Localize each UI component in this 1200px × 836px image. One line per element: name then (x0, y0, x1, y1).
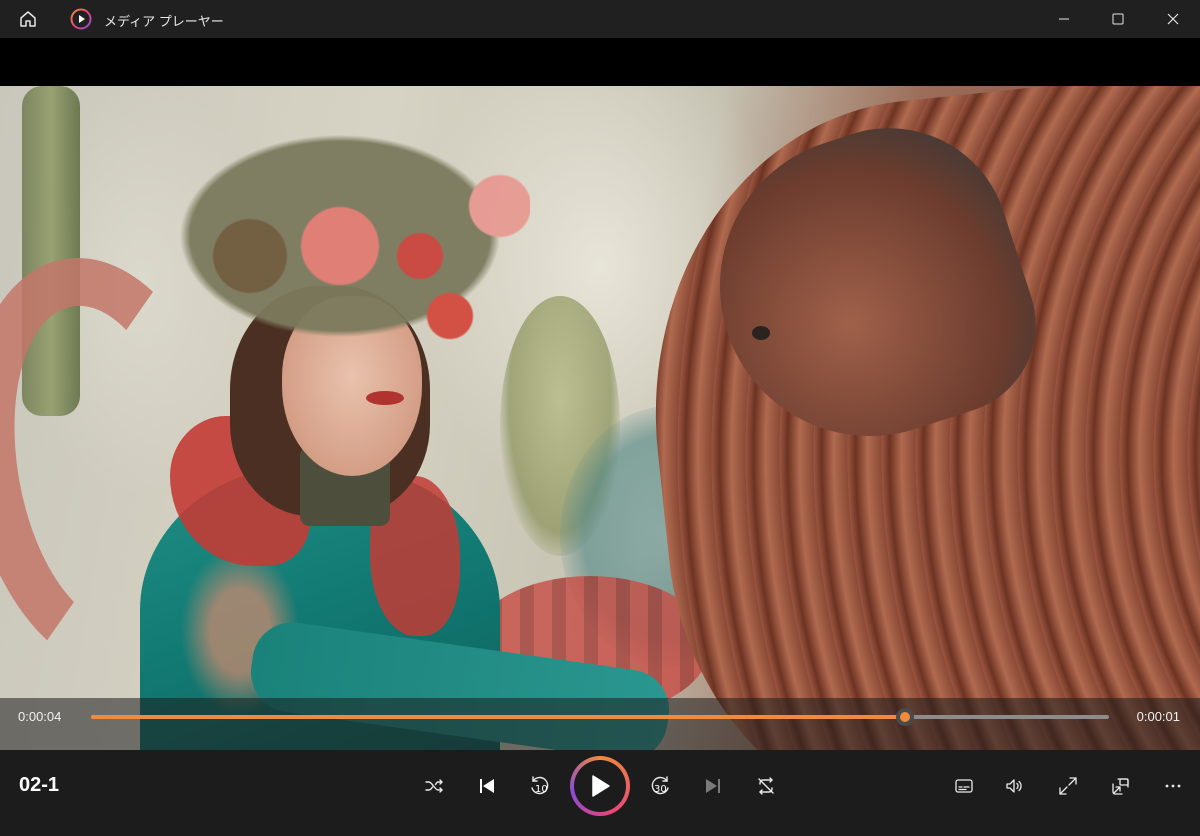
volume-icon (1006, 779, 1022, 793)
more-icon (1165, 784, 1181, 788)
repeat-button[interactable] (748, 768, 784, 804)
volume-button[interactable] (996, 768, 1032, 804)
minimize-icon (1059, 18, 1069, 20)
skip-back-button[interactable]: 10 (521, 768, 557, 804)
media-title: 02-1 (19, 774, 60, 796)
seek-progress (91, 715, 906, 719)
seek-slider[interactable] (91, 708, 1109, 726)
close-button[interactable] (1146, 0, 1200, 38)
media-player-window: メディア プレーヤー 0:00:04 0:00:01 02-1 10 30 (0, 0, 1200, 836)
skip-forward-button[interactable]: 30 (643, 768, 679, 804)
subtitles-icon (955, 779, 973, 793)
skip-forward-seconds: 30 (654, 784, 667, 795)
play-button[interactable] (570, 756, 630, 816)
app-logo-icon (70, 8, 92, 30)
video-frame[interactable] (0, 86, 1200, 750)
subtitles-button[interactable] (946, 768, 982, 804)
shuffle-icon (425, 779, 443, 793)
flower-crown (150, 116, 530, 346)
play-icon (592, 775, 610, 797)
window-title: メディア プレーヤー (104, 14, 224, 29)
shuffle-button[interactable] (416, 768, 452, 804)
next-icon (706, 779, 720, 793)
skip-back-seconds: 10 (535, 784, 548, 795)
repeat-off-icon (758, 777, 774, 795)
seek-thumb[interactable] (896, 708, 915, 726)
next-button[interactable] (695, 768, 731, 804)
home-button[interactable] (14, 7, 42, 31)
remaining-time: 0:00:01 (1136, 709, 1180, 724)
current-time: 0:00:04 (18, 709, 62, 724)
previous-button[interactable] (469, 768, 505, 804)
more-options-button[interactable] (1155, 768, 1191, 804)
mini-player-icon (1112, 778, 1129, 795)
fullscreen-button[interactable] (1050, 768, 1086, 804)
minimize-button[interactable] (1037, 0, 1091, 38)
seek-bar-area: 0:00:04 0:00:01 (0, 698, 1200, 750)
maximize-button[interactable] (1091, 0, 1145, 38)
title-bar: メディア プレーヤー (0, 0, 1200, 38)
control-bar: 02-1 10 30 (0, 750, 1200, 836)
home-icon (20, 11, 36, 27)
maximize-icon (1112, 13, 1124, 25)
close-icon (1167, 13, 1179, 25)
mini-player-button[interactable] (1102, 768, 1138, 804)
previous-icon (480, 779, 494, 793)
fullscreen-icon (1059, 777, 1077, 795)
